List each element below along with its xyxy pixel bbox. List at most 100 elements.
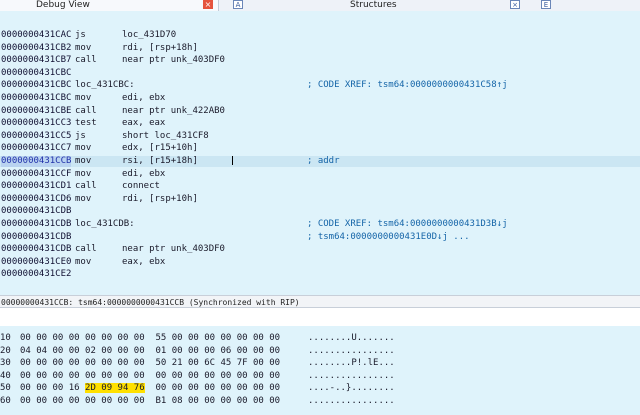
disasm-address: 0000000431CBC [1, 80, 72, 91]
hex-ascii: ....-..}........ [308, 383, 395, 393]
disasm-address: 0000000431CCB [1, 156, 72, 167]
close-icon[interactable]: × [203, 0, 213, 9]
disasm-line[interactable]: 0000000431CB7 call near ptr unk_403DF0 [0, 55, 640, 66]
disasm-line[interactable]: 0000000431CCF mov edi, ebx [0, 169, 640, 180]
hex-ascii: ................ [308, 345, 395, 356]
disasm-mnemonic: js [75, 130, 86, 141]
disasm-operands: near ptr unk_403DF0 [122, 55, 225, 66]
disasm-address: 0000000431CAC [1, 30, 72, 40]
disasm-mnemonic: mov [75, 256, 92, 267]
disasm-line[interactable]: 0000000431CDB ; tsm64:0000000000431E0D↓j … [0, 232, 640, 243]
disasm-address: 0000000431CBE [1, 105, 72, 116]
hex-address: 30 [0, 358, 11, 368]
disasm-mnemonic: call [75, 105, 97, 116]
disasm-operands: rdi, [rsp+18h] [122, 42, 198, 53]
disasm-comment: ; addr [307, 156, 340, 166]
hex-bytes-text: 00 00 00 00 00 00 00 00 [144, 383, 281, 393]
disasm-comment: ; tsm64:0000000000431E0D↓j ... [307, 231, 470, 242]
disasm-mnemonic: call [75, 55, 97, 66]
disasm-address: 0000000431CB7 [1, 55, 72, 66]
disasm-line[interactable]: 0000000431CBC mov edi, ebx [0, 93, 640, 104]
disasm-address: 0000000431CD1 [1, 181, 72, 192]
disasm-operands: connect [122, 181, 160, 192]
status-line: 00000000431CCB: tsm64:0000000000431CCB (… [0, 295, 640, 308]
disasm-address: 0000000431CDB [1, 206, 72, 217]
hex-ascii: ................ [308, 395, 395, 406]
hex-bytes: 00 00 00 00 00 00 00 00 50 21 00 6C 45 7… [20, 357, 280, 369]
hex-bytes-text: 00 00 00 00 00 00 00 00 B1 08 00 00 00 0… [20, 395, 281, 406]
disasm-mnemonic: js [75, 30, 86, 40]
disasm-line[interactable]: 0000000431CAC js loc_431D70 [0, 30, 640, 41]
hex-address: 20 [0, 345, 11, 356]
disasm-mnemonic: test [75, 118, 97, 129]
disasm-address: 0000000431CB2 [1, 42, 72, 53]
disasm-address: 0000000431CCF [1, 168, 72, 179]
disasm-operands: near ptr unk_422AB0 [122, 105, 225, 116]
disasm-address: 0000000431CC7 [1, 143, 72, 154]
hex-view-tab-icon[interactable]: A [233, 0, 243, 9]
disasm-operands: edi, ebx [122, 93, 166, 103]
hex-ascii: ........P!.lE... [308, 358, 395, 368]
hex-ascii: ........U....... [308, 333, 395, 343]
hex-bytes: 00 00 00 00 00 00 00 00 B1 08 00 00 00 0… [20, 395, 280, 407]
disasm-mnemonic: mov [75, 93, 92, 103]
disasm-line[interactable]: 0000000431CDB call near ptr unk_403DF0 [0, 244, 640, 255]
disasm-operands: edi, ebx [122, 168, 166, 179]
disasm-line[interactable]: 0000000431CE0 mov eax, ebx [0, 257, 640, 268]
disasm-line[interactable]: 0000000431CD6 mov rdi, [rsp+10h] [0, 194, 640, 205]
hex-bytes-text: 04 04 00 00 02 00 00 00 01 00 00 00 06 0… [20, 345, 281, 356]
close-icon[interactable]: × [510, 0, 520, 9]
disasm-line[interactable]: 0000000431CB2 mov rdi, [rsp+18h] [0, 43, 640, 54]
disasm-operands: edx, [r15+10h] [122, 143, 198, 154]
disasm-line[interactable]: 0000000431CBE call near ptr unk_422AB0 [0, 106, 640, 117]
hex-row[interactable]: 30 00 00 00 00 00 00 00 00 50 21 00 6C 45… [0, 357, 640, 369]
disasm-address: 0000000431CDB [1, 231, 72, 242]
hex-bytes: 04 04 00 00 02 00 00 00 01 00 00 00 06 0… [20, 345, 280, 357]
disasm-address: 0000000431CC3 [1, 118, 72, 129]
hex-row[interactable]: 50 00 00 00 16 2D 09 94 76 00 00 00 00 00… [0, 382, 640, 394]
hex-view[interactable]: 10 00 00 00 00 00 00 00 00 55 00 00 00 00… [0, 326, 640, 415]
disasm-line[interactable]: 0000000431CDB [0, 206, 640, 217]
disasm-line[interactable]: 0000000431CBC loc_431CBC: ; CODE XREF: tsm… [0, 80, 640, 91]
disasm-line[interactable]: 0000000431CD1 call connect [0, 181, 640, 192]
disasm-mnemonic: call [75, 244, 97, 255]
disasm-mnemonic: mov [75, 168, 92, 179]
disasm-address: 0000000431CBC [1, 67, 72, 78]
hex-row[interactable]: 20 04 04 00 00 02 00 00 00 01 00 00 00 06… [0, 345, 640, 357]
hex-row[interactable]: 10 00 00 00 00 00 00 00 00 55 00 00 00 00… [0, 332, 640, 344]
hex-bytes-text: 00 00 00 00 00 00 00 00 00 00 00 00 00 0… [20, 370, 281, 381]
hex-address: 40 [0, 370, 11, 381]
hex-bytes-text: 00 00 00 16 [20, 383, 86, 393]
hex-row[interactable]: 40 00 00 00 00 00 00 00 00 00 00 00 00 00… [0, 370, 640, 382]
disasm-address: 0000000431CD6 [1, 193, 72, 204]
disasm-line[interactable]: 0000000431CC7 mov edx, [r15+10h] [0, 143, 640, 154]
disasm-line[interactable]: 0000000431CC3 test eax, eax [0, 118, 640, 129]
disasm-address: 0000000431CE2 [1, 269, 72, 280]
disasm-comment: ; CODE XREF: tsm64:0000000000431D3B↓j [307, 219, 508, 229]
hex-bytes: 00 00 00 00 00 00 00 00 55 00 00 00 00 0… [20, 332, 280, 344]
disasm-address: 0000000431CDB [1, 244, 72, 255]
disasm-operands: loc_431D70 [122, 30, 177, 40]
disasm-label: loc_431CBC: [75, 80, 135, 91]
disasm-operands: near ptr unk_403DF0 [122, 244, 225, 255]
disassembly-view[interactable]: 0000000431CAC js loc_431D70 0000000431CB2 mo… [0, 11, 640, 295]
disasm-line[interactable]: 0000000431CE2 [0, 269, 640, 280]
hex-bytes: 00 00 00 00 00 00 00 00 00 00 00 00 00 0… [20, 370, 280, 382]
tab-debug-view[interactable]: Debug View × [0, 0, 219, 11]
disasm-line[interactable]: 0000000431CC5 js short loc_431CF8 [0, 131, 640, 142]
disasm-operands: rsi, [r15+18h] [122, 156, 198, 166]
disasm-line[interactable]: 0000000431CDB loc_431CDB: ; CODE XREF: tsm… [0, 219, 640, 230]
hex-row[interactable]: 60 00 00 00 00 00 00 00 00 B1 08 00 00 00… [0, 395, 640, 407]
tab-debug-view-label: Debug View [36, 0, 90, 10]
disasm-mnemonic: mov [75, 143, 92, 154]
hex-address: 50 [0, 383, 11, 393]
text-caret [232, 156, 233, 165]
disasm-operands: rdi, [rsp+10h] [122, 193, 198, 204]
panel-gap [0, 309, 640, 326]
disasm-mnemonic: mov [75, 42, 92, 53]
disasm-line[interactable]: 0000000431CCB mov rsi, [r15+18h] ; addr [0, 156, 640, 167]
disasm-mnemonic: call [75, 181, 97, 192]
disasm-line[interactable]: 0000000431CBC [0, 68, 640, 79]
tab-structures[interactable]: Structures [350, 0, 397, 10]
enums-tab-icon[interactable]: E [541, 0, 551, 9]
